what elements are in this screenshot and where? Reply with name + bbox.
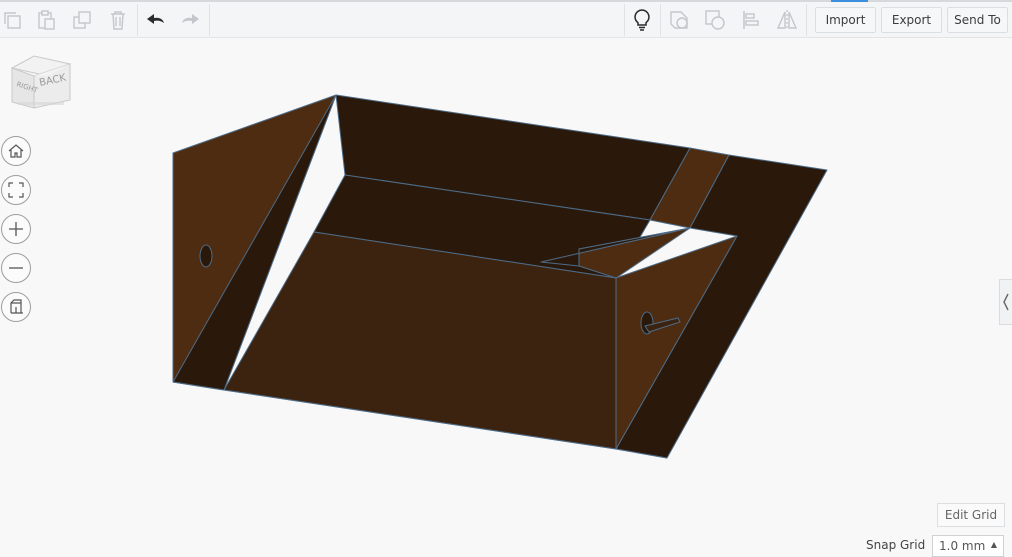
chevron-left-icon	[1003, 293, 1009, 311]
toolbar-active-indicator	[831, 0, 868, 2]
send-to-button[interactable]: Send To	[947, 7, 1008, 33]
workplane-canvas[interactable]	[0, 38, 1012, 552]
toolbar-divider	[660, 4, 661, 36]
mirror-button[interactable]	[770, 2, 804, 38]
duplicate-button[interactable]	[65, 2, 99, 38]
redo-icon	[182, 14, 199, 24]
caret-up-icon: ▲	[990, 540, 997, 549]
edit-grid-button[interactable]: Edit Grid	[937, 503, 1005, 527]
toolbar-divider	[209, 4, 210, 36]
lightbulb-icon	[634, 9, 650, 31]
copy-button[interactable]	[0, 2, 29, 38]
paste-icon	[38, 10, 55, 30]
paste-button[interactable]	[29, 2, 63, 38]
undo-button[interactable]	[139, 2, 173, 38]
delete-button[interactable]	[101, 2, 135, 38]
ungroup-button[interactable]	[698, 2, 732, 38]
toolbar-divider	[806, 4, 807, 36]
snap-grid-value: 1.0 mm	[939, 539, 986, 553]
show-hints-button[interactable]	[625, 2, 659, 38]
toolbar-divider	[137, 4, 138, 36]
align-icon	[743, 11, 759, 29]
mirror-icon	[776, 10, 798, 30]
duplicate-icon	[73, 11, 91, 29]
snap-grid-label: Snap Grid	[866, 538, 926, 552]
group-button[interactable]	[662, 2, 696, 38]
undo-icon	[147, 14, 164, 24]
model-left-hole	[199, 244, 213, 268]
main-toolbar: Import Export Send To	[0, 0, 1012, 38]
redo-button[interactable]	[173, 2, 207, 38]
shapes-panel-toggle[interactable]	[999, 279, 1012, 325]
group-icon	[670, 11, 688, 29]
align-button[interactable]	[734, 2, 768, 38]
copy-icon	[4, 12, 21, 29]
delete-icon	[111, 11, 125, 30]
snap-grid-select[interactable]: 1.0 mm ▲	[932, 535, 1004, 557]
import-button[interactable]: Import	[815, 7, 876, 33]
ungroup-icon	[705, 10, 725, 30]
export-button[interactable]: Export	[881, 7, 942, 33]
